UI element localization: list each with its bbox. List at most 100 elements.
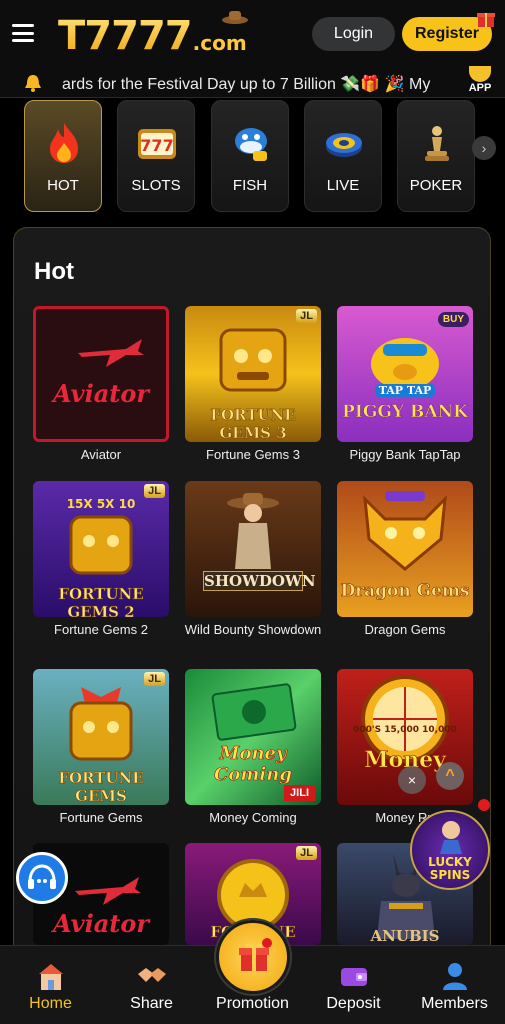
nav-label: Share <box>130 995 173 1012</box>
top-header: T7777 .com Login Register <box>0 0 505 68</box>
notification-dot <box>478 799 490 811</box>
game-art-title: Dragon Gems <box>340 581 470 602</box>
cash-stack-icon <box>211 683 297 741</box>
nav-deposit[interactable]: Deposit <box>303 946 404 1024</box>
tab-label: POKER <box>409 177 463 194</box>
game-card[interactable]: Dragon Gems Dragon Gems <box>337 481 473 638</box>
airplane-icon <box>78 339 144 367</box>
jl-badge: JL <box>296 309 317 323</box>
bell-icon <box>25 75 41 92</box>
shark-icon <box>235 128 267 161</box>
hamburger-menu-icon[interactable] <box>12 24 34 42</box>
game-card[interactable]: SHOWDOWN Wild Bounty Showdown <box>185 481 321 638</box>
game-name: Piggy Bank TapTap <box>349 447 461 462</box>
lucky-spins-label: LUCKY SPINS <box>428 855 472 882</box>
tab-fish[interactable]: FISH <box>211 100 289 212</box>
promotion-button[interactable] <box>216 920 290 994</box>
close-floating-button[interactable]: × <box>398 766 426 794</box>
section-title: Hot <box>34 258 74 285</box>
tab-poker[interactable]: POKER <box>397 100 475 212</box>
tab-label: FISH <box>232 177 268 194</box>
wallet-icon <box>341 968 367 986</box>
game-thumbnail: Dragon Gems <box>337 481 473 617</box>
game-card[interactable]: JL FORTUNE GEMS 3 Fortune Gems 3 <box>185 306 321 463</box>
handshake-icon <box>138 968 166 982</box>
nav-share[interactable]: Share <box>101 946 202 1024</box>
gift-icon <box>477 13 495 27</box>
app-download-badge[interactable]: APP <box>462 66 498 98</box>
chevron-right-icon: › <box>481 140 487 156</box>
game-art-title: SHOWDOWN <box>203 571 316 591</box>
roulette-icon <box>326 133 362 157</box>
jl-badge: JL <box>144 484 165 498</box>
slot-777-icon: 777 <box>138 129 176 159</box>
game-thumbnail: SHOWDOWN <box>185 481 321 617</box>
game-name: Money Coming <box>209 810 297 825</box>
tab-label: HOT <box>47 177 79 194</box>
game-card[interactable]: BUY TAP TAP PIGGY BANK Piggy Bank TapTap <box>337 306 473 463</box>
nav-label: Deposit <box>326 995 381 1012</box>
game-card[interactable]: Money Coming JILI Money Coming <box>185 669 321 826</box>
game-thumbnail: Aviator <box>33 306 169 442</box>
game-thumbnail: JL FORTUNE GEMS 3 <box>185 306 321 442</box>
jl-badge: JL <box>296 846 317 860</box>
game-card[interactable]: Aviator Aviator <box>33 306 169 463</box>
category-tabs: HOT 777 SLOTS FISH LIVE POKER <box>0 98 505 216</box>
game-name: Fortune Gems 2 <box>54 622 148 637</box>
game-art-title: ANUBIS <box>370 927 440 945</box>
login-button[interactable]: Login <box>312 17 395 51</box>
airplane-icon <box>75 877 141 905</box>
game-art-subtitle: 000'S 15,000 10,000 <box>353 725 457 735</box>
svg-text:777: 777 <box>140 136 173 155</box>
game-art-subtitle: TAP TAP <box>375 384 435 397</box>
game-name: Fortune Gems 3 <box>206 447 300 462</box>
game-art-title: FORTUNE GEMS 2 <box>58 585 144 617</box>
cowgirl-icon <box>227 493 279 569</box>
nav-label: Promotion <box>216 995 289 1012</box>
character-icon <box>440 821 462 854</box>
game-art-title: Aviator <box>53 909 149 938</box>
scroll-to-top-button[interactable]: ^ <box>436 762 464 790</box>
chess-pawn-icon <box>425 126 449 161</box>
game-card[interactable]: JL FORTUNE GEMS Fortune Gems <box>33 669 169 826</box>
game-thumbnail: Money Coming JILI <box>185 669 321 805</box>
customer-support-button[interactable] <box>16 852 68 904</box>
tab-label: SLOTS <box>131 177 181 194</box>
tab-hot[interactable]: HOT <box>24 100 102 212</box>
site-logo[interactable]: T7777 .com <box>58 11 248 59</box>
game-thumbnail: JL FORTUNE GEMS <box>33 669 169 805</box>
jl-badge: JL <box>144 672 165 686</box>
game-art-title: Aviator <box>53 379 149 408</box>
nav-members[interactable]: Members <box>404 946 505 1024</box>
game-card[interactable]: 000'S 15,000 10,000 Money Money Ru <box>337 669 473 826</box>
nav-label: Members <box>421 995 488 1012</box>
tabs-scroll-right-button[interactable]: › <box>472 136 496 160</box>
user-icon <box>443 963 467 990</box>
nav-home[interactable]: Home <box>0 946 101 1024</box>
game-art-title: Money Coming <box>214 743 292 786</box>
jili-badge: JILI <box>284 785 315 801</box>
golden-mask-icon <box>69 687 133 761</box>
home-icon <box>39 964 63 990</box>
golden-mask-icon <box>69 515 133 575</box>
logo-text: T7777 <box>58 13 193 59</box>
tab-live[interactable]: LIVE <box>304 100 382 212</box>
cowboy-mascot-icon <box>222 11 248 24</box>
game-name: Aviator <box>80 447 122 462</box>
tab-label: LIVE <box>326 177 360 194</box>
app-label: APP <box>468 82 492 94</box>
game-thumbnail: BUY TAP TAP PIGGY BANK <box>337 306 473 442</box>
game-thumbnail: JL 15X 5X 10 FORTUNE GEMS 2 <box>33 481 169 617</box>
dragon-head-icon <box>363 491 447 571</box>
announcement-marquee[interactable]: ards for the Festival Day up to 7 Billio… <box>0 68 505 98</box>
lucky-spins-button[interactable]: LUCKY SPINS <box>410 810 490 890</box>
flame-icon <box>50 123 78 163</box>
marquee-text: ards for the Festival Day up to 7 Billio… <box>62 76 431 93</box>
game-art-title: FORTUNE GEMS 3 <box>210 406 296 442</box>
tab-slots[interactable]: 777 SLOTS <box>117 100 195 212</box>
game-art-title: PIGGY BANK <box>342 402 468 423</box>
game-card[interactable]: JL 15X 5X 10 FORTUNE GEMS 2 Fortune Gems… <box>33 481 169 638</box>
game-art-title: FORTUNE GEMS <box>58 769 144 805</box>
nav-label: Home <box>29 995 72 1012</box>
game-name: Dragon Gems <box>364 622 446 637</box>
